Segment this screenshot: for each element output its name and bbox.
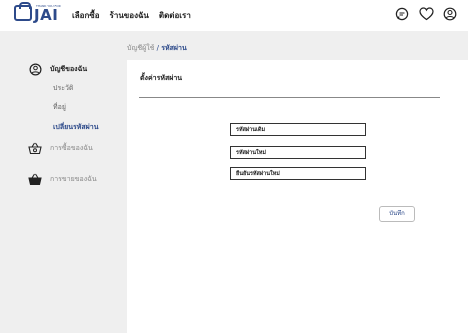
breadcrumb-separator: /	[156, 44, 160, 52]
sidebar-item-label: การซื้อของฉัน	[50, 144, 93, 152]
save-button[interactable]: บันทึก	[379, 206, 415, 222]
account-icon	[29, 63, 42, 76]
breadcrumb: บัญชีผู้ใช้ / รหัสผ่าน	[127, 43, 187, 54]
top-icons	[394, 6, 458, 22]
sidebar-subitem-history[interactable]: ประวัติ	[53, 83, 73, 94]
user-icon[interactable]	[442, 6, 458, 22]
sidebar-item-my-sales[interactable]: การขายของฉัน	[28, 173, 97, 186]
sidebar-item-label: การขายของฉัน	[50, 175, 97, 183]
top-bar: JAI THANK YOU FOR เลือกซื้อ ร้านของฉัน ต…	[0, 0, 468, 31]
breadcrumb-parent[interactable]: บัญชีผู้ใช้	[127, 44, 154, 52]
basket-icon	[28, 142, 42, 155]
nav-item-shop[interactable]: เลือกซื้อ	[72, 9, 100, 22]
sidebar-subitem-address[interactable]: ที่อยู่	[53, 102, 66, 113]
logo-text: JAI	[34, 6, 59, 24]
main-nav: เลือกซื้อ ร้านของฉัน ติดต่อเรา	[72, 9, 191, 22]
logo[interactable]: JAI THANK YOU FOR	[14, 2, 61, 24]
basket-filled-icon	[28, 173, 42, 186]
sidebar-item-my-purchases[interactable]: การซื้อของฉัน	[28, 142, 93, 155]
old-password-field[interactable]: รหัสผ่านเดิม	[230, 123, 366, 136]
bag-logo-icon	[14, 2, 32, 21]
password-settings-panel: ตั้งค่ารหัสผ่าน รหัสผ่านเดิม รหัสผ่านใหม…	[127, 60, 468, 333]
heart-icon[interactable]	[418, 6, 434, 22]
chat-icon[interactable]	[394, 6, 410, 22]
new-password-field[interactable]: รหัสผ่านใหม่	[230, 146, 366, 159]
sidebar-item-label: บัญชีของฉัน	[50, 65, 88, 73]
divider	[139, 97, 440, 98]
nav-item-my-store[interactable]: ร้านของฉัน	[110, 9, 149, 22]
sidebar-item-my-account[interactable]: บัญชีของฉัน	[29, 63, 87, 76]
breadcrumb-current: รหัสผ่าน	[161, 44, 187, 52]
confirm-password-field[interactable]: ยืนยันรหัสผ่านใหม่	[230, 167, 366, 180]
panel-title: ตั้งค่ารหัสผ่าน	[140, 74, 183, 82]
sidebar-subitem-change-password[interactable]: เปลี่ยนรหัสผ่าน	[53, 122, 98, 133]
logo-tagline: THANK YOU FOR	[36, 4, 61, 8]
nav-item-contact[interactable]: ติดต่อเรา	[159, 9, 191, 22]
